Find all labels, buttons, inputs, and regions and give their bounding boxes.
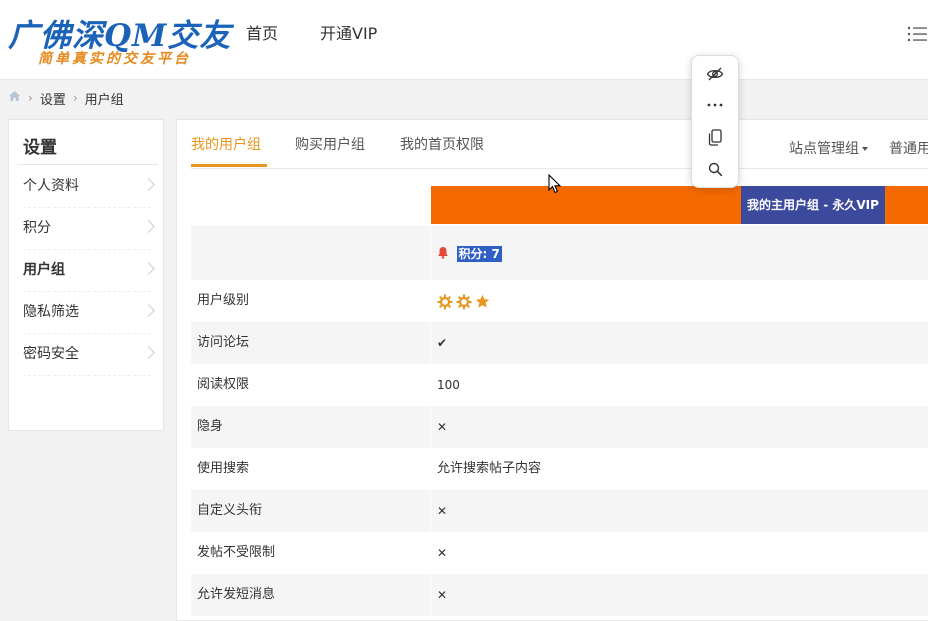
more-options-icon[interactable] [705,95,725,115]
home-icon[interactable] [8,90,21,106]
row-label: 使用搜索 [197,461,250,476]
column-divider [430,226,431,280]
chevron-right-icon [142,178,155,191]
breadcrumb-separator: › [28,91,33,105]
regular-group-tab[interactable]: 普通用 [889,138,928,158]
main-panel: 我的用户组 购买用户组 我的首页权限 站点管理组 普通用 我的主用户组 - 永久… [176,119,928,621]
row-label: 阅读权限 [197,377,250,392]
logo-slogan: 简单真实的交友平台 [38,51,191,67]
site-header: 广佛深QM交友 简单真实的交友平台 首页 开通VIP [0,0,928,80]
table-row: 隐身 ✕ [191,406,928,448]
caret-down-icon [862,147,868,151]
column-divider [430,574,431,616]
tab-buy-usergroup[interactable]: 购买用户组 [295,136,365,154]
sidebar-item-password[interactable]: 密码安全 [23,334,155,376]
sidebar-item-usergroup[interactable]: 用户组 [23,250,155,292]
row-label: 用户级别 [197,293,250,308]
table-row: 发帖不受限制 ✕ [191,532,928,574]
row-label: 隐身 [197,419,224,434]
column-divider [430,490,431,532]
chevron-right-icon [142,262,155,275]
cross-icon: ✕ [437,588,448,602]
sidebar-item-privacy[interactable]: 隐私筛选 [23,292,155,334]
cross-icon: ✕ [437,504,448,518]
nav-home[interactable]: 首页 [246,24,278,44]
chevron-right-icon [142,346,155,359]
active-tab-indicator [191,164,267,167]
row-label: 自定义头衔 [197,503,263,518]
tabs-divider [191,168,928,169]
search-icon[interactable] [705,159,725,179]
table-row: 自定义头衔 ✕ [191,490,928,532]
cross-icon: ✕ [437,420,448,434]
table-row: 使用搜索 允许搜索帖子内容 [191,448,928,490]
points-cell: 积分: 7 [437,226,502,283]
row-value: 允许搜索帖子内容 [437,461,542,476]
row-value: 100 [437,378,460,392]
chevron-right-icon [142,220,155,233]
check-icon: ✔ [437,336,448,350]
row-label: 访问论坛 [197,335,250,350]
table-row: 用户级别 [191,280,928,322]
main-group-header: 我的主用户组 - 永久VIP [431,186,928,224]
tab-my-usergroup[interactable]: 我的用户组 [191,136,261,154]
sidebar-item-label: 积分 [23,220,51,236]
settings-sidebar: 设置 个人资料 积分 用户组 隐私筛选 密码安全 [8,119,164,431]
tab-home-permissions[interactable]: 我的首页权限 [400,136,484,154]
level-stars [437,280,490,322]
cross-icon: ✕ [437,546,448,560]
breadcrumb-settings[interactable]: 设置 [40,89,66,108]
site-logo[interactable]: 广佛深QM交友 简单真实的交友平台 [8,8,230,68]
sidebar-item-label: 隐私筛选 [23,304,79,320]
sidebar-item-label: 个人资料 [23,178,79,194]
table-row: 允许发短消息 ✕ [191,574,928,616]
bell-icon [437,247,454,262]
breadcrumb: › 设置 › 用户组 [8,88,124,108]
sun-icon [437,294,453,309]
sun-icon [456,294,472,309]
column-divider [430,406,431,448]
sidebar-item-points[interactable]: 积分 [23,208,155,250]
chevron-right-icon [142,304,155,317]
row-label: 发帖不受限制 [197,545,276,560]
selection-toolbar [691,55,739,188]
row-label: 允许发短消息 [197,587,276,602]
sidebar-item-profile[interactable]: 个人资料 [23,166,155,208]
main-group-label: 我的主用户组 - 永久VIP [741,186,885,224]
points-value: 积分: 7 [456,246,502,262]
divider [17,164,158,165]
table-row: 访问论坛 ✔ [191,322,928,364]
nav-vip[interactable]: 开通VIP [320,24,377,44]
points-row: 积分: 7 [191,226,928,280]
admin-group-label: 站点管理组 [789,141,859,157]
list-menu-icon[interactable] [906,24,928,44]
copy-icon[interactable] [705,127,725,147]
table-row: 阅读权限 100 [191,364,928,406]
sidebar-item-label: 密码安全 [23,346,79,362]
admin-group-dropdown[interactable]: 站点管理组 [789,138,868,158]
column-divider [430,322,431,364]
sidebar-item-label: 用户组 [23,262,65,278]
breadcrumb-separator: › [72,91,78,105]
sidebar-title: 设置 [23,138,57,158]
mouse-cursor-icon [548,173,562,194]
star-icon [475,294,490,308]
hide-eye-icon[interactable] [705,64,725,84]
breadcrumb-usergroup[interactable]: 用户组 [85,89,124,108]
